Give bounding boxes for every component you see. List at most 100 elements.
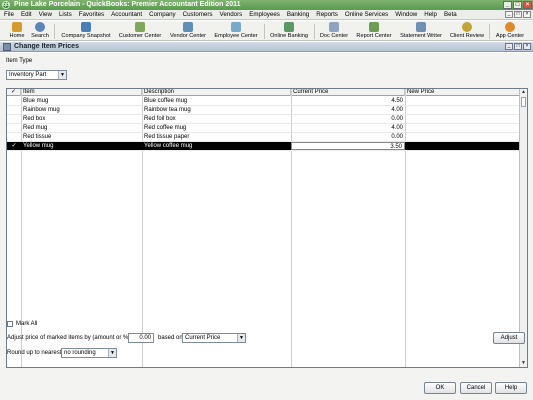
customer-icon <box>135 22 145 32</box>
dialog-title: Change Item Prices <box>14 43 79 50</box>
row-checkmark[interactable] <box>7 133 21 141</box>
mark-all-label: Mark All <box>16 321 38 327</box>
item-cell: Red box <box>23 116 46 122</box>
column-header-item[interactable]: Item <box>21 89 142 96</box>
column-header-check[interactable]: ✓ <box>7 89 21 96</box>
current-price-cell: 0.00 <box>391 116 403 122</box>
adjust-button[interactable]: Adjust <box>493 332 525 344</box>
doc-icon <box>329 22 339 32</box>
row-checkmark[interactable]: ✓ <box>7 142 21 150</box>
scroll-down-icon[interactable]: ▼ <box>520 360 527 367</box>
menu-window[interactable]: Window <box>395 11 417 19</box>
table-row[interactable]: Red tissue Red tissue paper 0.00 <box>7 133 521 142</box>
description-cell: Red tissue paper <box>144 134 190 140</box>
table-row[interactable]: Red mug Red coffee mug 4.00 <box>7 124 521 133</box>
current-price-cell: 3.50 <box>291 142 405 150</box>
mark-all-checkbox[interactable] <box>7 321 13 327</box>
toolbar-search-button[interactable]: Search <box>29 22 51 39</box>
toolbar-customer-center-button[interactable]: Customer Center <box>116 22 164 39</box>
menu-online-services[interactable]: Online Services <box>345 11 388 19</box>
based-on-label: based on <box>158 335 183 341</box>
toolbar-client-review-button[interactable]: Client Review <box>447 22 487 39</box>
new-price-cell[interactable] <box>405 97 521 105</box>
row-checkmark[interactable] <box>7 106 21 114</box>
new-price-cell[interactable] <box>405 133 521 141</box>
scroll-up-icon[interactable]: ▲ <box>520 89 527 96</box>
item-cell: Blue mug <box>23 98 49 104</box>
table-scrollbar[interactable]: ▲ ▼ <box>519 89 527 367</box>
menu-employees[interactable]: Employees <box>249 11 280 19</box>
toolbar-app-center-button[interactable]: App Center <box>492 22 528 39</box>
menu-reports[interactable]: Reports <box>316 11 338 19</box>
row-checkmark[interactable] <box>7 115 21 123</box>
toolbar-employee-center-button[interactable]: Employee Center <box>211 22 261 39</box>
table-row-selected[interactable]: ✓ Yellow mug Yellow coffee mug 3.50 <box>7 142 521 151</box>
menu-help[interactable]: Help <box>424 11 437 19</box>
menu-favorites[interactable]: Favorites <box>79 11 104 19</box>
column-header-description[interactable]: Description <box>142 89 291 96</box>
home-icon <box>12 22 22 32</box>
row-checkmark[interactable] <box>7 124 21 132</box>
menu-accountant[interactable]: Accountant <box>111 11 142 19</box>
scroll-thumb[interactable] <box>521 97 526 107</box>
menu-view[interactable]: View <box>39 11 52 19</box>
item-cell: Red mug <box>23 125 48 131</box>
description-cell: Blue coffee mug <box>144 98 188 104</box>
rounding-dropdown[interactable]: no rounding ▼ <box>61 348 117 358</box>
menu-edit[interactable]: Edit <box>21 11 32 19</box>
item-type-dropdown[interactable]: Inventory Part ▼ <box>6 70 67 80</box>
new-price-cell[interactable] <box>405 106 521 114</box>
description-cell: Red foil box <box>144 116 176 122</box>
ok-button[interactable]: OK <box>424 382 456 394</box>
statement-icon <box>416 22 426 32</box>
cancel-button[interactable]: Cancel <box>460 382 492 394</box>
toolbar-vendor-center-button[interactable]: Vendor Center <box>166 22 210 39</box>
menu-beta[interactable]: Beta <box>444 11 457 19</box>
description-cell: Yellow coffee mug <box>144 143 193 149</box>
new-price-cell[interactable] <box>405 142 521 150</box>
menu-customers[interactable]: Customers <box>183 11 213 19</box>
chevron-down-icon: ▼ <box>58 71 66 79</box>
menu-vendors[interactable]: Vendors <box>220 11 243 19</box>
table-row[interactable]: Red box Red foil box 0.00 <box>7 115 521 124</box>
dialog-minimize-button[interactable]: _ <box>505 43 513 50</box>
menu-file[interactable]: File <box>4 11 14 19</box>
column-header-new-price[interactable]: New Price <box>405 89 521 96</box>
minimize-button[interactable]: _ <box>503 1 512 9</box>
row-checkmark[interactable] <box>7 97 21 105</box>
mdi-restore-button[interactable]: □ <box>514 11 522 18</box>
toolbar-home-button[interactable]: Home <box>7 22 27 39</box>
toolbar-company-snapshot-button[interactable]: Company Snapshot <box>57 22 115 39</box>
vendor-icon <box>183 22 193 32</box>
app-center-icon <box>505 22 515 32</box>
menu-lists[interactable]: Lists <box>59 11 72 19</box>
review-icon <box>462 22 472 32</box>
menu-banking[interactable]: Banking <box>287 11 309 19</box>
item-type-label: Item Type <box>6 58 33 64</box>
dialog-restore-button[interactable]: □ <box>514 43 522 50</box>
description-cell: Rainbow tea mug <box>144 107 191 113</box>
current-price-cell: 4.00 <box>391 107 403 113</box>
new-price-cell[interactable] <box>405 124 521 132</box>
toolbar-online-banking-button[interactable]: Online Banking <box>266 22 312 39</box>
description-cell: Red coffee mug <box>144 125 187 131</box>
table-row[interactable]: Blue mug Blue coffee mug 4.50 <box>7 97 521 106</box>
toolbar-statement-writer-button[interactable]: Statement Writer <box>397 22 445 39</box>
mdi-minimize-button[interactable]: _ <box>505 11 513 18</box>
help-button[interactable]: Help <box>495 382 527 394</box>
new-price-cell[interactable] <box>405 115 521 123</box>
close-button[interactable]: × <box>523 1 532 9</box>
restore-button[interactable]: □ <box>513 1 522 9</box>
current-price-cell: 0.00 <box>391 134 403 140</box>
dialog-header: Change Item Prices _ □ × <box>0 42 533 52</box>
adjust-amount-input[interactable]: 0.00 <box>128 333 154 343</box>
dialog-close-button[interactable]: × <box>523 43 531 50</box>
toolbar-report-center-button[interactable]: Report Center <box>353 22 395 39</box>
table-row[interactable]: Rainbow mug Rainbow tea mug 4.00 <box>7 106 521 115</box>
menu-company[interactable]: Company <box>149 11 175 19</box>
banking-icon <box>284 22 294 32</box>
toolbar-doc-center-button[interactable]: Doc Center <box>317 22 351 39</box>
based-on-dropdown[interactable]: Current Price ▼ <box>182 333 246 343</box>
mdi-close-button[interactable]: × <box>523 11 531 18</box>
column-header-current-price[interactable]: Current Price <box>291 89 405 96</box>
